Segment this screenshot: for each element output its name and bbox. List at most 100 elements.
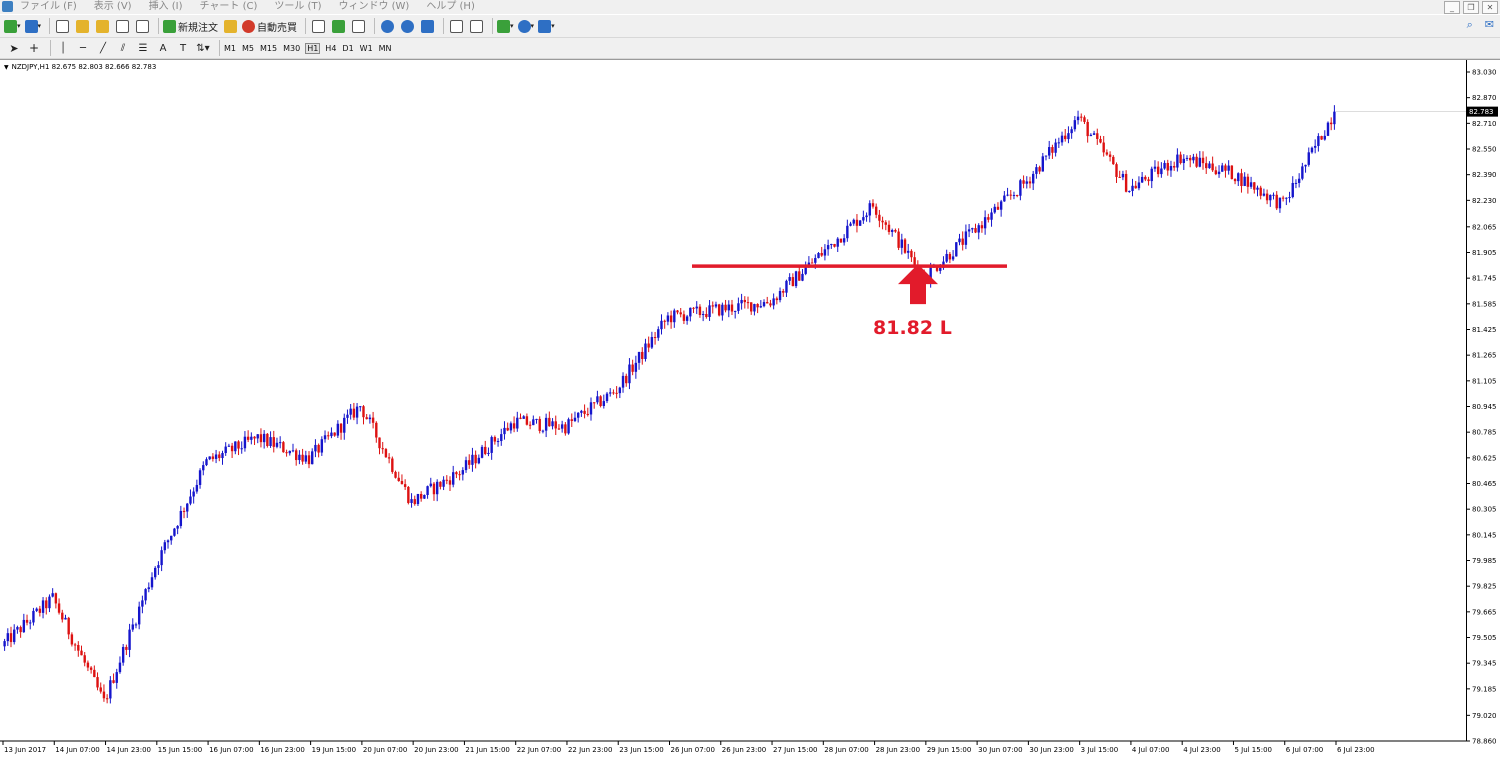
candle-body xyxy=(445,479,448,481)
timeframe-d1[interactable]: D1 xyxy=(342,44,353,53)
new-chart-button[interactable]: ▾ xyxy=(4,18,21,34)
chat-icon[interactable]: ✉ xyxy=(1485,18,1494,32)
arrows-icon: ⇅▾ xyxy=(196,42,210,54)
candle-body xyxy=(1003,195,1006,202)
menu-help[interactable]: ヘルプ (H) xyxy=(426,0,475,14)
line-chart-button[interactable] xyxy=(350,18,366,34)
menu-bar: ファイル (F) 表示 (V) 挿入 (I) チャート (C) ツール (T) … xyxy=(0,0,1500,14)
candle-body xyxy=(782,291,785,293)
text-tool-button[interactable]: A xyxy=(155,40,171,56)
horizontal-line-button[interactable]: ─ xyxy=(75,40,91,56)
zoom-in-button[interactable] xyxy=(379,18,395,34)
candle-body xyxy=(359,406,362,408)
fibonacci-button[interactable]: ☰ xyxy=(135,40,151,56)
navigator-button[interactable] xyxy=(94,18,110,34)
price-axis-label: 80.785 xyxy=(1472,429,1497,437)
candle-body xyxy=(1185,157,1189,159)
candle-body xyxy=(259,434,263,443)
vertical-line-button[interactable]: │ xyxy=(55,40,71,56)
menu-file[interactable]: ファイル (F) xyxy=(20,0,77,14)
candle-body xyxy=(282,442,285,453)
minimize-icon[interactable]: _ xyxy=(1444,1,1460,14)
price-axis-label: 82.230 xyxy=(1472,197,1497,205)
candle-body xyxy=(1265,193,1269,201)
candle-body xyxy=(1317,136,1320,146)
menu-chart[interactable]: チャート (C) xyxy=(200,0,258,14)
profiles-button[interactable]: ▾ xyxy=(24,18,41,34)
clock-icon xyxy=(517,19,531,33)
candle-body xyxy=(996,206,1000,210)
candle-body xyxy=(1086,121,1089,137)
candle-body xyxy=(221,453,224,459)
arrows-button[interactable]: ⇅▾ xyxy=(195,40,211,56)
candle-body xyxy=(1112,156,1115,165)
candle-body xyxy=(109,680,112,699)
chart-window[interactable]: 83.030 82.870 82.710 82.550 82.390 82.230 82.0… xyxy=(0,59,1500,761)
collapse-triangle-icon[interactable]: ▼ xyxy=(4,64,9,71)
toolbar-separator xyxy=(443,18,445,34)
tile-windows-button[interactable] xyxy=(419,18,435,34)
bar-chart-button[interactable] xyxy=(310,18,326,34)
terminal-button[interactable] xyxy=(114,18,130,34)
candle-body xyxy=(634,362,638,372)
candle-body xyxy=(121,646,125,663)
close-icon[interactable]: ✕ xyxy=(1482,1,1498,14)
timeframe-m5[interactable]: M5 xyxy=(242,44,254,53)
candle-body xyxy=(990,212,993,220)
timeframe-m1[interactable]: M1 xyxy=(224,44,236,53)
zoom-out-button[interactable] xyxy=(399,18,415,34)
data-window-button[interactable] xyxy=(74,18,90,34)
timeframe-w1[interactable]: W1 xyxy=(360,44,373,53)
candle-body xyxy=(676,310,679,313)
new-order-button[interactable]: 新規注文 xyxy=(163,18,218,34)
crosshair-tool-button[interactable]: + xyxy=(26,40,42,56)
auto-scroll-button[interactable] xyxy=(448,18,464,34)
candle-body xyxy=(1285,197,1288,199)
menu-view[interactable]: 表示 (V) xyxy=(94,0,132,14)
periods-button[interactable]: ▾ xyxy=(517,18,534,34)
channel-button[interactable]: ⫽ xyxy=(115,40,131,56)
menu-insert[interactable]: 挿入 (I) xyxy=(149,0,183,14)
metaeditor-button[interactable] xyxy=(222,18,238,34)
market-watch-button[interactable] xyxy=(54,18,70,34)
candle-body xyxy=(375,422,378,438)
candle-body xyxy=(35,608,38,611)
timeframe-m30[interactable]: M30 xyxy=(283,44,300,53)
candle-body xyxy=(262,433,266,443)
auto-trading-button[interactable]: 自動売買 xyxy=(242,18,297,34)
candle-body xyxy=(471,454,474,465)
candlestick-button[interactable] xyxy=(330,18,346,34)
label-tool-button[interactable]: T xyxy=(175,40,191,56)
indicators-button[interactable]: ▾ xyxy=(497,18,514,34)
templates-button[interactable]: ▾ xyxy=(538,18,555,34)
timeframe-m15[interactable]: M15 xyxy=(260,44,277,53)
trendline-button[interactable]: ╱ xyxy=(95,40,111,56)
timeframe-h1[interactable]: H1 xyxy=(305,42,321,54)
menu-tools[interactable]: ツール (T) xyxy=(274,0,321,14)
candle-body xyxy=(157,565,160,568)
candle-body xyxy=(1160,168,1163,175)
candle-body xyxy=(958,238,961,243)
candle-body xyxy=(673,310,676,323)
timeframe-mn[interactable]: MN xyxy=(379,44,392,53)
restore-icon[interactable]: ❐ xyxy=(1463,1,1479,14)
price-axis-border xyxy=(1466,60,1467,741)
candle-body xyxy=(500,434,503,442)
candle-body xyxy=(778,291,782,301)
candle-body xyxy=(1169,166,1173,171)
strategy-tester-button[interactable] xyxy=(134,18,150,34)
time-axis-label: 26 Jun 07:00 xyxy=(671,746,715,754)
search-icon[interactable]: ⌕ xyxy=(1467,18,1473,32)
chart-shift-button[interactable] xyxy=(468,18,484,34)
candle-body xyxy=(750,302,753,312)
menu-window[interactable]: ウィンドウ (W) xyxy=(338,0,409,14)
price-chart[interactable]: 83.030 82.870 82.710 82.550 82.390 82.230 82.0… xyxy=(0,60,1500,761)
timeframe-h4[interactable]: H4 xyxy=(325,44,336,53)
candle-body xyxy=(1006,194,1009,196)
candle-body xyxy=(897,231,900,248)
candle-body xyxy=(506,427,509,431)
candle-body xyxy=(1269,194,1272,201)
candle-body xyxy=(1025,181,1028,184)
cursor-tool-button[interactable]: ➤ xyxy=(6,40,22,56)
candle-body xyxy=(397,477,400,482)
